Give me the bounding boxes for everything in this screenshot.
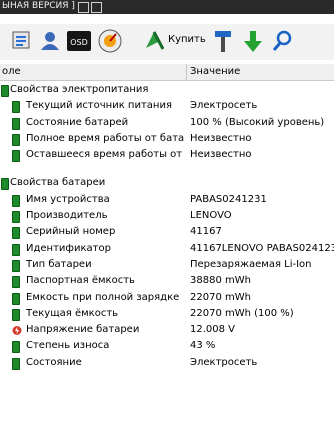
window-title: ЫНАЯ ВЕРСИЯ ] xyxy=(2,1,75,11)
list-item[interactable]: Серийный номер 41167 xyxy=(0,224,334,240)
item-label: Производитель xyxy=(26,210,108,222)
item-label: Полное время работы от бата... xyxy=(26,132,184,144)
battery-icon xyxy=(12,227,22,240)
list-item[interactable]: Состояние батарей 100 % (Высокий уровень… xyxy=(0,115,334,131)
list-item[interactable]: Ёмкость при полной зарядке 22070 mWh xyxy=(0,290,334,306)
close-button[interactable] xyxy=(91,2,102,13)
battery-icon xyxy=(12,308,22,321)
item-label: Имя устройства xyxy=(26,193,110,205)
item-label: Состояние xyxy=(26,356,82,368)
item-value: 22070 mWh (100 %) xyxy=(190,307,294,319)
item-value: Неизвестно xyxy=(190,149,252,161)
tools-icon[interactable] xyxy=(212,28,234,54)
battery-icon xyxy=(12,194,22,207)
item-label: Текущая ёмкость xyxy=(26,307,119,319)
download-icon[interactable] xyxy=(242,28,264,54)
search-icon[interactable] xyxy=(271,28,293,54)
battery-icon xyxy=(12,243,22,256)
list-item[interactable]: Напряжение батареи 12.008 V xyxy=(0,322,334,338)
item-value: Электросеть xyxy=(190,356,258,368)
item-label: Оставшееся время работы от ... xyxy=(26,149,184,161)
item-label: Паспортная ёмкость xyxy=(26,275,135,287)
item-value: Перезаряжаемая Li-Ion xyxy=(190,258,312,270)
column-divider[interactable] xyxy=(186,64,187,80)
section-title: Свойства электропитания xyxy=(10,84,149,95)
item-label: Идентификатор xyxy=(26,242,111,254)
list-item[interactable]: Состояние Электросеть xyxy=(0,355,334,371)
section-title: Свойства батареи xyxy=(10,177,106,189)
list-item[interactable]: Текущая ёмкость 22070 mWh (100 %) xyxy=(0,306,334,322)
item-label: Состояние батарей xyxy=(26,116,129,128)
battery-icon xyxy=(12,101,22,114)
svg-text:OSD: OSD xyxy=(70,38,88,47)
item-value: 41167 xyxy=(190,226,222,238)
item-value: 38880 mWh xyxy=(190,275,251,287)
osd-icon[interactable]: OSD xyxy=(66,28,92,54)
item-value: Электросеть xyxy=(190,100,258,112)
item-value: LENOVO xyxy=(190,210,232,222)
item-value: 100 % (Высокий уровень) xyxy=(190,116,325,128)
item-label: Степень износа xyxy=(26,340,110,352)
buy-icon[interactable] xyxy=(142,28,166,54)
battery-icon xyxy=(12,150,22,163)
user-icon[interactable] xyxy=(38,28,62,54)
list-item[interactable]: Полное время работы от бата... Неизвестн… xyxy=(0,131,334,147)
section-power-properties[interactable]: Свойства электропитания xyxy=(0,82,334,98)
item-value: 12.008 V xyxy=(190,324,236,336)
value-column-header[interactable]: Значение xyxy=(190,66,240,77)
battery-icon xyxy=(12,133,22,146)
buy-button-label[interactable]: Купить xyxy=(168,34,206,45)
list-item[interactable]: Паспортная ёмкость 38880 mWh xyxy=(0,273,334,289)
field-column-header[interactable]: оле xyxy=(2,66,21,77)
item-value: PABAS0241231 xyxy=(190,193,267,205)
battery-icon xyxy=(12,259,22,272)
section-battery-properties[interactable]: Свойства батареи xyxy=(0,175,334,191)
item-label: Ёмкость при полной зарядке xyxy=(26,291,180,303)
item-value: 22070 mWh xyxy=(190,291,251,303)
item-value: 41167LENOVO PABAS0241231 xyxy=(190,242,334,254)
battery-icon xyxy=(12,211,22,224)
computer-report-icon[interactable] xyxy=(10,28,34,54)
list-item[interactable]: Степень износа 43 % xyxy=(0,338,334,354)
column-headers: оле Значение xyxy=(0,64,334,81)
battery-icon xyxy=(12,117,22,130)
item-label: Текущий источник питания xyxy=(26,100,172,112)
item-label: Тип батареи xyxy=(26,258,92,270)
properties-list: Свойства электропитания Текущий источник… xyxy=(0,82,334,371)
battery-icon xyxy=(12,357,22,370)
benchmark-icon[interactable] xyxy=(97,28,123,54)
item-label: Напряжение батареи xyxy=(26,324,140,336)
list-item[interactable]: Текущий источник питания Электросеть xyxy=(0,98,334,114)
item-value: Неизвестно xyxy=(190,132,252,144)
list-item[interactable]: Оставшееся время работы от ... Неизвестн… xyxy=(0,147,334,163)
list-item[interactable]: Идентификатор 41167LENOVO PABAS0241231 xyxy=(0,241,334,257)
list-item[interactable]: Тип батареи Перезаряжаемая Li-Ion xyxy=(0,257,334,273)
list-item[interactable]: Имя устройства PABAS0241231 xyxy=(0,192,334,208)
list-item[interactable]: Производитель LENOVO xyxy=(0,208,334,224)
toolbar: OSD Купить xyxy=(0,24,334,60)
voltage-icon xyxy=(12,326,22,336)
battery-icon xyxy=(12,276,22,289)
title-bar: ЫНАЯ ВЕРСИЯ ] xyxy=(0,0,334,14)
minimize-button[interactable] xyxy=(78,2,89,13)
item-label: Серийный номер xyxy=(26,226,116,238)
item-value: 43 % xyxy=(190,340,216,352)
battery-icon xyxy=(12,292,22,305)
battery-icon xyxy=(12,341,22,354)
